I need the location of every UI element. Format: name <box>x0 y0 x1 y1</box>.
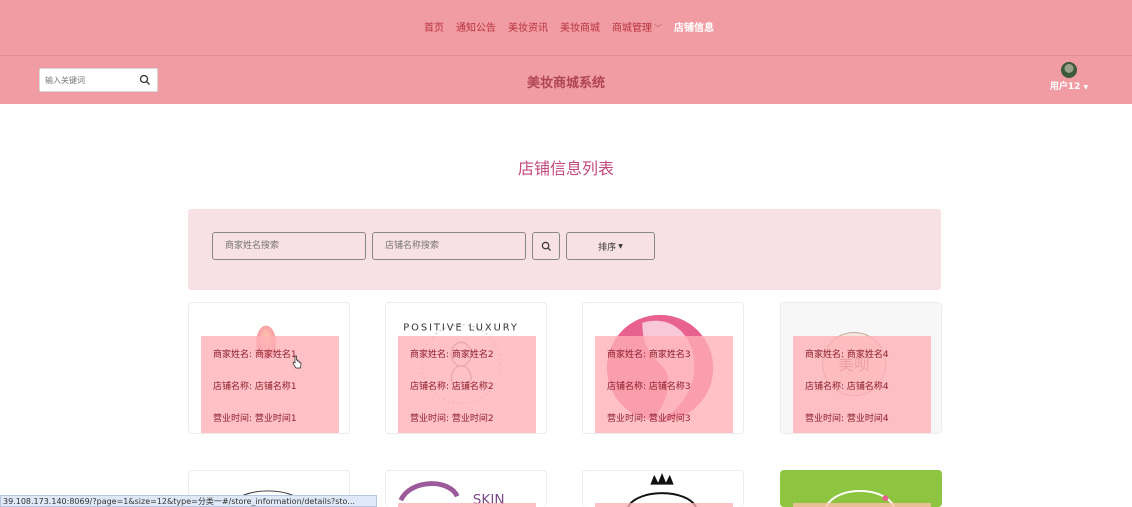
nav-item-mall[interactable]: 美妆商城 <box>560 19 600 34</box>
page-title: 店铺信息列表 <box>517 159 614 178</box>
card-logo-text: POSITIVE LUXURY <box>403 323 519 334</box>
nav-item-store-info[interactable]: 店铺信息 <box>674 19 714 34</box>
sort-button[interactable]: 排序 ▼ <box>566 232 655 260</box>
nav-item-mall-management[interactable]: 商城管理 ﹀ <box>612 19 662 34</box>
card-overlay <box>793 503 931 507</box>
business-hours: 营业时间: 营业时间1 <box>213 414 297 424</box>
store-name: 店铺名称: 店铺名称1 <box>213 382 297 392</box>
nav-item-news[interactable]: 美妆资讯 <box>508 19 548 34</box>
nav-menu: 首页 通知公告 美妆资讯 美妆商城 商城管理 ﹀ 店铺信息 <box>424 19 714 34</box>
store-image: SKIN <box>398 481 505 507</box>
search-button[interactable] <box>532 232 560 260</box>
store-card[interactable]: SKIN <box>385 470 547 507</box>
business-hours: 营业时间: 营业时间2 <box>410 414 494 424</box>
avatar <box>1061 62 1077 78</box>
merchant-name-field <box>212 232 366 260</box>
hand-pointer-icon <box>292 355 302 369</box>
chevron-down-icon: ﹀ <box>654 24 662 33</box>
store-name: 店铺名称: 店铺名称4 <box>805 382 889 392</box>
nav-item-home[interactable]: 首页 <box>424 19 444 34</box>
header-bar: 美妆商城系统 用户12 ▼ <box>0 56 1132 104</box>
nav-item-mall-management-label: 商城管理 <box>612 23 652 34</box>
card-overlay <box>398 503 536 507</box>
store-name: 店铺名称: 店铺名称3 <box>607 382 691 392</box>
business-hours: 营业时间: 营业时间3 <box>607 414 691 424</box>
filter-panel: 排序▼ <box>188 209 941 290</box>
merchant-name: 商家姓名: 商家姓名4 <box>805 350 889 360</box>
store-card[interactable]: POSITIVE LUXURY 商家姓名: 商家姓名2 店铺名称: 店铺名称2 … <box>385 302 547 434</box>
user-name: 用户12 <box>1049 82 1081 92</box>
user-name-row: 用户12 ▼ <box>1046 79 1092 92</box>
caret-down-icon: ▼ <box>1083 84 1089 91</box>
sort-label: 排序 <box>598 242 617 253</box>
store-card[interactable]: 商家姓名: 商家姓名1 店铺名称: 店铺名称1 营业时间: 营业时间1 <box>188 302 350 434</box>
store-name: 店铺名称: 店铺名称2 <box>410 382 494 392</box>
store-card[interactable]: 商家姓名: 商家姓名3 店铺名称: 店铺名称3 营业时间: 营业时间3 <box>582 302 744 434</box>
search-icon <box>541 241 551 251</box>
browser-status-url: 39.108.173.140:8069/?page=1&size=12&type… <box>0 495 377 507</box>
top-nav: 首页 通知公告 美妆资讯 美妆商城 商城管理 ﹀ 店铺信息 <box>0 0 1132 56</box>
store-image <box>627 472 697 507</box>
caret-down-icon: ▼ <box>618 242 623 250</box>
store-card[interactable]: 美呗 商家姓名: 商家姓名4 店铺名称: 店铺名称4 营业时间: 营业时间4 <box>780 302 942 434</box>
store-image <box>825 489 895 507</box>
card-overlay <box>595 503 733 507</box>
store-name-search-input[interactable] <box>385 239 515 253</box>
merchant-name-search-input[interactable] <box>225 239 355 253</box>
system-title: 美妆商城系统 <box>526 76 605 91</box>
nav-item-notices[interactable]: 通知公告 <box>456 19 496 34</box>
merchant-name: 商家姓名: 商家姓名2 <box>410 350 494 360</box>
business-hours: 营业时间: 营业时间4 <box>805 414 889 424</box>
store-card[interactable] <box>780 470 942 507</box>
store-name-field <box>372 232 526 260</box>
user-menu[interactable]: 用户12 ▼ <box>1046 62 1092 98</box>
merchant-name: 商家姓名: 商家姓名3 <box>607 350 691 360</box>
merchant-name: 商家姓名: 商家姓名1 <box>213 350 297 360</box>
store-card[interactable] <box>582 470 744 507</box>
